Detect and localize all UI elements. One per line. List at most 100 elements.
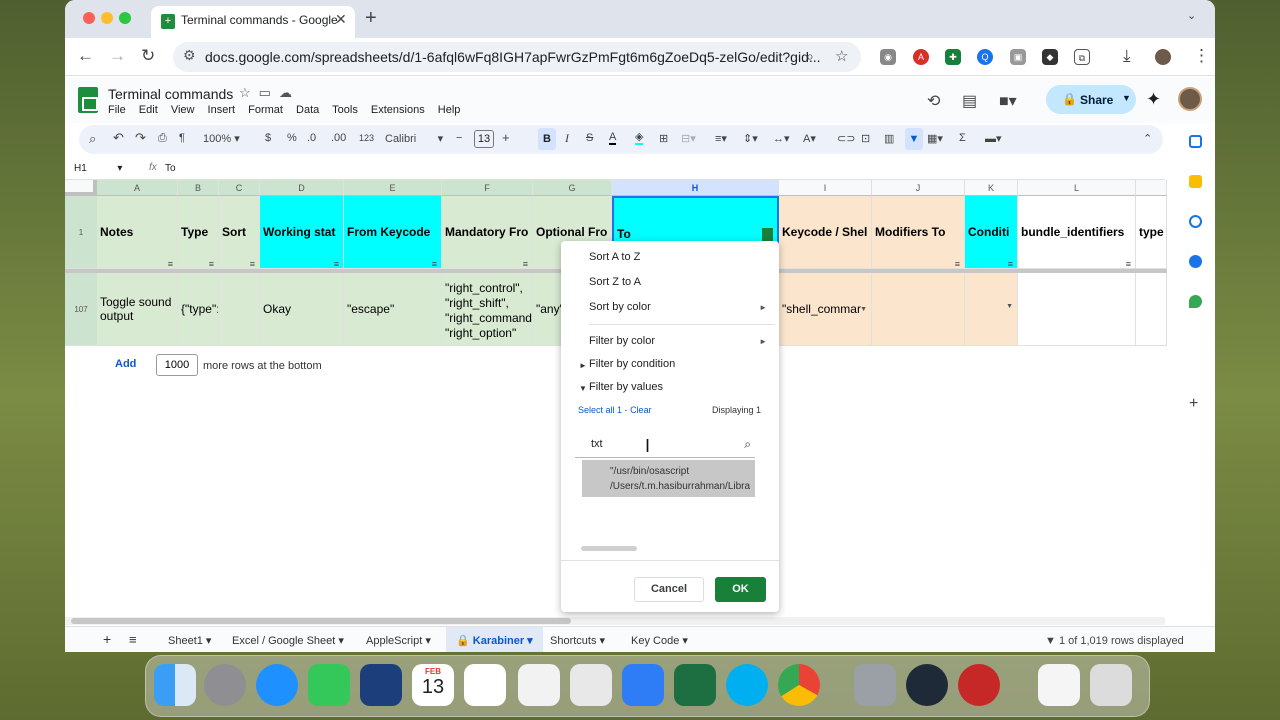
cancel-button[interactable]: Cancel	[634, 577, 704, 602]
sheet-tab-active[interactable]: 🔒 Karabiner ▾	[446, 627, 543, 652]
cell-l107[interactable]	[1018, 273, 1136, 346]
filter-toggle-icon[interactable]: ≡	[168, 228, 173, 268]
close-window-icon[interactable]	[83, 12, 95, 24]
horizontal-scrollbar[interactable]	[65, 617, 1165, 625]
menu-edit[interactable]: Edit	[139, 104, 158, 116]
insert-link-icon[interactable]: ⊂⊃	[837, 132, 855, 145]
gemini-sparkle-icon[interactable]: ✦	[1146, 89, 1161, 110]
header-cell-mandatory-from[interactable]: Mandatory Fro ≡	[442, 196, 533, 269]
menu-insert[interactable]: Insert	[208, 104, 236, 116]
header-cell-from-keycode[interactable]: From Keycode ≡	[344, 196, 442, 269]
site-info-icon[interactable]: ⚙	[183, 47, 196, 64]
skype-icon[interactable]	[726, 664, 768, 706]
calendar-icon[interactable]: FEB 13	[412, 664, 454, 706]
filter-toggle-icon[interactable]: ≡	[432, 228, 437, 268]
cloud-status-icon[interactable]: ☁	[279, 85, 300, 100]
document-title[interactable]: Terminal commands	[108, 86, 233, 102]
sheet-tab[interactable]: Sheet1 ▾	[158, 627, 221, 652]
address-bar[interactable]: ⚙ docs.google.com/spreadsheets/d/1-6afql…	[173, 42, 861, 72]
filter-icon[interactable]: ▼	[905, 128, 923, 150]
redo-icon[interactable]: ↷	[135, 130, 146, 146]
version-history-icon[interactable]: ⟲	[927, 91, 940, 111]
search-extension-icon[interactable]: Q	[977, 49, 993, 65]
dropdown-chip-icon[interactable]: ▼	[1006, 303, 1013, 310]
insert-comment-icon[interactable]: ⊡	[861, 132, 870, 145]
font-size-increase-button[interactable]: +	[502, 130, 510, 145]
font-size-input[interactable]: 13	[474, 130, 494, 148]
screenshot-extension-icon[interactable]: ◉	[880, 49, 896, 65]
sheet-tab[interactable]: Key Code ▾	[621, 627, 698, 652]
values-list-scrollbar[interactable]	[581, 546, 637, 551]
column-header-g[interactable]: G	[533, 180, 612, 196]
undo-icon[interactable]: ↶	[113, 130, 124, 146]
cell-i107[interactable]: "shell_commar ▼	[779, 273, 872, 346]
column-header-i[interactable]: I	[779, 180, 872, 196]
column-header-c[interactable]: C	[219, 180, 260, 196]
clear-link[interactable]: Clear	[630, 405, 652, 415]
search-menus-icon[interactable]: ⌕	[89, 131, 96, 147]
insert-chart-icon[interactable]: ▥	[884, 132, 894, 145]
meet-icon[interactable]: ■▾	[999, 91, 1017, 111]
sheet-tab[interactable]: Shortcuts ▾	[540, 627, 615, 652]
chrome-icon[interactable]	[778, 664, 820, 706]
row-header-107[interactable]: 107	[65, 273, 97, 346]
menu-tools[interactable]: Tools	[332, 104, 358, 116]
script-editor-icon[interactable]	[570, 664, 612, 706]
filter-value-option[interactable]: "/usr/bin/osascript /Users/t.m.hasiburra…	[582, 460, 755, 497]
sheet-tab[interactable]: AppleScript ▾	[356, 627, 441, 652]
font-select[interactable]: Calibri ▾	[385, 132, 443, 145]
dropdown-chip-icon[interactable]: ▼	[860, 273, 867, 345]
cell-a107[interactable]: Toggle sound output	[97, 273, 178, 346]
cell-e107[interactable]: "escape"	[344, 273, 442, 346]
quicktime-icon[interactable]	[906, 664, 948, 706]
header-cell-keycode-shell[interactable]: Keycode / Shel	[779, 196, 872, 269]
new-tab-button[interactable]: +	[365, 7, 377, 30]
header-cell-sort[interactable]: Sort ≡	[219, 196, 260, 269]
zoom-window-icon[interactable]	[119, 12, 131, 24]
add-rows-count-input[interactable]: 1000	[156, 354, 198, 376]
keep-app-icon[interactable]	[1189, 175, 1202, 188]
currency-format-button[interactable]: $	[265, 132, 271, 144]
text-wrapping-icon[interactable]: ↔▾	[773, 132, 790, 145]
filter-toggle-icon[interactable]: ≡	[209, 228, 214, 268]
trash-icon[interactable]	[1090, 664, 1132, 706]
scrollbar-thumb[interactable]	[71, 618, 571, 624]
italic-button[interactable]: I	[565, 131, 569, 146]
filter-values-search-input[interactable]: txt ⌕	[575, 432, 755, 458]
filter-toggle-icon[interactable]: ≡	[250, 228, 255, 268]
all-sheets-icon[interactable]: ≡	[129, 632, 137, 647]
back-icon[interactable]: ←	[77, 46, 94, 66]
adblock-extension-icon[interactable]: A	[913, 49, 929, 65]
bold-button[interactable]: B	[538, 128, 556, 150]
column-header-e[interactable]: E	[344, 180, 442, 196]
filter-by-values-item[interactable]: Filter by values	[589, 381, 663, 393]
cell-m107[interactable]	[1136, 273, 1167, 346]
menu-file[interactable]: File	[108, 104, 126, 116]
sort-by-color-item[interactable]: Sort by color	[589, 301, 651, 313]
browser-tab[interactable]: + Terminal commands - Google	[151, 6, 355, 38]
sheet-tab[interactable]: Excel / Google Sheet ▾	[222, 627, 354, 652]
row-header-1[interactable]: 1	[65, 196, 97, 269]
vertical-align-icon[interactable]: ⇕▾	[743, 132, 758, 145]
filter-toggle-icon[interactable]: ≡	[334, 228, 339, 268]
select-all-corner[interactable]	[65, 180, 97, 196]
fill-color-icon[interactable]: ◈	[635, 132, 644, 145]
finder-icon[interactable]	[154, 664, 196, 706]
column-header-j[interactable]: J	[872, 180, 965, 196]
filter-toggle-icon[interactable]: ≡	[955, 228, 960, 268]
filter-toggle-icon[interactable]: ≡	[1126, 228, 1131, 268]
close-tab-icon[interactable]: ✕	[335, 11, 347, 28]
move-folder-icon[interactable]: ▭	[259, 85, 279, 100]
menu-view[interactable]: View	[171, 104, 195, 116]
paint-format-icon[interactable]: ¶	[179, 132, 185, 144]
expand-triangle-icon[interactable]: ►	[579, 361, 587, 370]
share-button[interactable]: 🔒 Share ▼	[1046, 85, 1136, 114]
sort-z-to-a-item[interactable]: Sort Z to A	[589, 276, 641, 288]
collapse-menus-icon[interactable]: ⌃	[1143, 132, 1152, 145]
cell-f107[interactable]: "right_control", "right_shift", "right_c…	[442, 273, 533, 346]
documents-stack-icon[interactable]	[1038, 664, 1080, 706]
tasks-app-icon[interactable]	[1189, 215, 1202, 228]
cell-b107[interactable]: {"type":	[178, 273, 219, 346]
formula-input[interactable]: To	[165, 163, 176, 174]
menu-extensions[interactable]: Extensions	[371, 104, 425, 116]
